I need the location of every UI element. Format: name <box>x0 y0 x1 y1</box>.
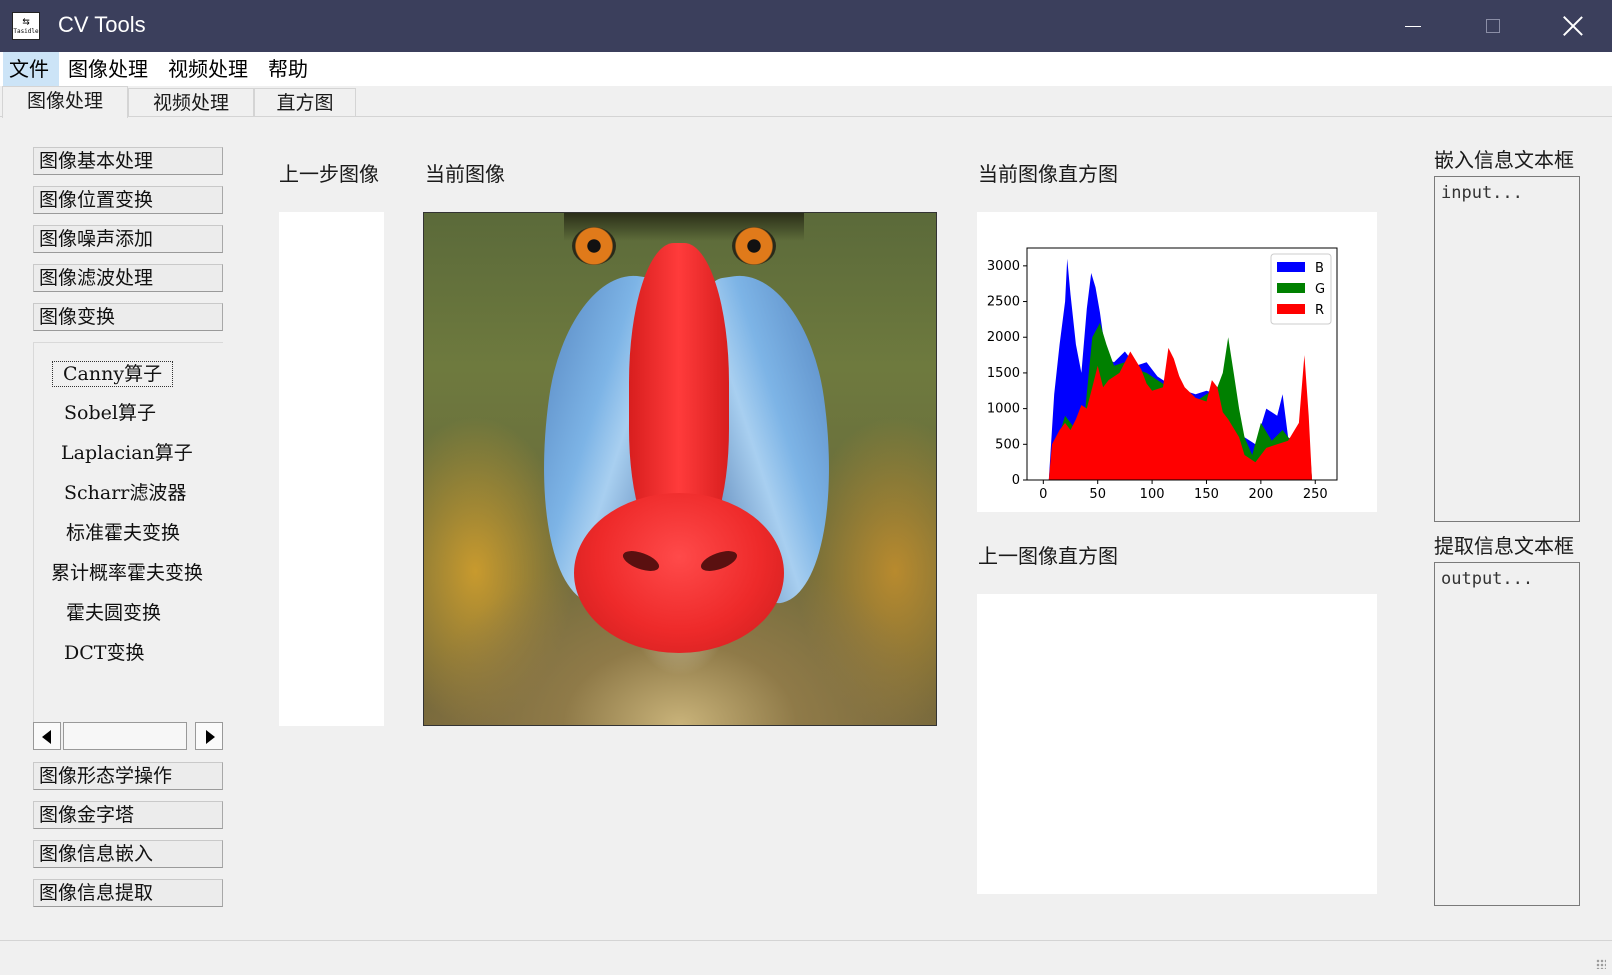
histogram-svg: 0 50 100 150 200 250050010001500200025003000 B… <box>987 247 1338 502</box>
image-transform-button[interactable]: 图像变换 <box>33 303 223 331</box>
tab-video-processing[interactable]: 视频处理 <box>128 88 254 116</box>
scroll-left-icon[interactable] <box>33 722 61 750</box>
legend-label: G <box>1315 282 1325 297</box>
menu-bar: 文件 图像处理 视频处理 帮助 <box>0 52 1612 86</box>
app-icon-text: Tasidle <box>13 28 39 35</box>
extract-textbox[interactable]: output... <box>1434 562 1580 906</box>
maximize-icon <box>1486 19 1500 33</box>
legend-label: B <box>1315 261 1324 276</box>
legend-swatch <box>1277 304 1305 314</box>
transform-submenu: Canny算子 Sobel算子 Laplacian算子 Scharr滤波器 标准… <box>33 342 223 722</box>
horizontal-scrollbar[interactable] <box>33 722 223 752</box>
sobel-button[interactable]: Sobel算子 <box>64 401 156 425</box>
current-image-label: 当前图像 <box>425 162 505 186</box>
y-tick-label: 500 <box>995 437 1020 452</box>
x-tick-label: 0 <box>1039 487 1047 502</box>
previous-image-pane <box>279 212 384 726</box>
current-image <box>423 212 937 726</box>
close-button[interactable] <box>1538 0 1608 52</box>
dct-button[interactable]: DCT变换 <box>64 641 144 665</box>
x-tick-label: 200 <box>1248 487 1273 502</box>
current-hist-label: 当前图像直方图 <box>978 162 1118 186</box>
legend-swatch <box>1277 283 1305 293</box>
scroll-right-icon[interactable] <box>195 722 223 750</box>
maximize-button[interactable] <box>1458 0 1528 52</box>
laplacian-button[interactable]: Laplacian算子 <box>61 441 193 465</box>
pyramid-button[interactable]: 图像金字塔 <box>33 801 223 829</box>
legend-label: R <box>1315 303 1324 318</box>
noise-add-button[interactable]: 图像噪声添加 <box>33 225 223 253</box>
tab-image-processing[interactable]: 图像处理 <box>2 86 128 118</box>
close-icon <box>1563 16 1583 36</box>
x-tick-label: 250 <box>1303 487 1328 502</box>
menu-image-processing[interactable]: 图像处理 <box>62 52 154 86</box>
y-tick-label: 2500 <box>987 295 1020 310</box>
right-eye <box>732 227 776 265</box>
filter-processing-button[interactable]: 图像滤波处理 <box>33 264 223 292</box>
canny-button[interactable]: Canny算子 <box>52 361 174 387</box>
muzzle <box>574 493 784 653</box>
x-tick-label: 50 <box>1089 487 1106 502</box>
current-histogram: 0 50 100 150 200 250 0 500 1000 1500 2000 2500 3000 B… <box>977 212 1377 512</box>
info-extract-button[interactable]: 图像信息提取 <box>33 879 223 907</box>
position-transform-button[interactable]: 图像位置变换 <box>33 186 223 214</box>
tab-bar: 图像处理 视频处理 直方图 <box>0 86 1612 118</box>
y-tick-label: 1000 <box>987 402 1020 417</box>
morphology-button[interactable]: 图像形态学操作 <box>33 762 223 790</box>
embed-placeholder: input... <box>1441 183 1523 203</box>
x-tick-label: 150 <box>1194 487 1219 502</box>
info-embed-button[interactable]: 图像信息嵌入 <box>33 840 223 868</box>
embed-box-label: 嵌入信息文本框 <box>1434 148 1574 172</box>
x-tick-label: 100 <box>1140 487 1165 502</box>
status-bar <box>0 940 1612 975</box>
y-tick-label: 3000 <box>987 259 1020 274</box>
extract-box-label: 提取信息文本框 <box>1434 534 1574 558</box>
menu-help[interactable]: 帮助 <box>262 52 314 86</box>
y-tick-label: 1500 <box>987 366 1020 381</box>
previous-hist-label: 上一图像直方图 <box>978 544 1118 568</box>
extract-placeholder: output... <box>1441 569 1534 589</box>
previous-image-label: 上一步图像 <box>279 162 379 186</box>
minimize-icon <box>1405 25 1421 27</box>
legend-swatch <box>1277 262 1305 272</box>
tab-histogram[interactable]: 直方图 <box>254 88 356 116</box>
window-title: CV Tools <box>58 12 146 37</box>
minimize-button[interactable] <box>1378 0 1448 52</box>
resize-grip-icon[interactable] <box>1596 959 1606 969</box>
menu-video-processing[interactable]: 视频处理 <box>162 52 254 86</box>
y-tick-label: 2000 <box>987 330 1020 345</box>
standard-hough-button[interactable]: 标准霍夫变换 <box>66 521 180 545</box>
scrollbar-thumb[interactable] <box>63 722 187 750</box>
hough-circle-button[interactable]: 霍夫圆变换 <box>66 601 161 625</box>
basic-processing-button[interactable]: 图像基本处理 <box>33 147 223 175</box>
probabilistic-hough-button[interactable]: 累计概率霍夫变换 <box>51 561 203 585</box>
menu-file[interactable]: 文件 <box>3 52 59 86</box>
y-tick-label: 0 <box>1012 473 1020 488</box>
previous-histogram-pane <box>977 594 1377 894</box>
scharr-button[interactable]: Scharr滤波器 <box>64 481 186 505</box>
title-bar: ⇆ Tasidle CV Tools <box>0 0 1612 52</box>
app-icon: ⇆ Tasidle <box>12 12 40 40</box>
embed-textbox[interactable]: input... <box>1434 176 1580 522</box>
left-eye <box>572 227 616 265</box>
